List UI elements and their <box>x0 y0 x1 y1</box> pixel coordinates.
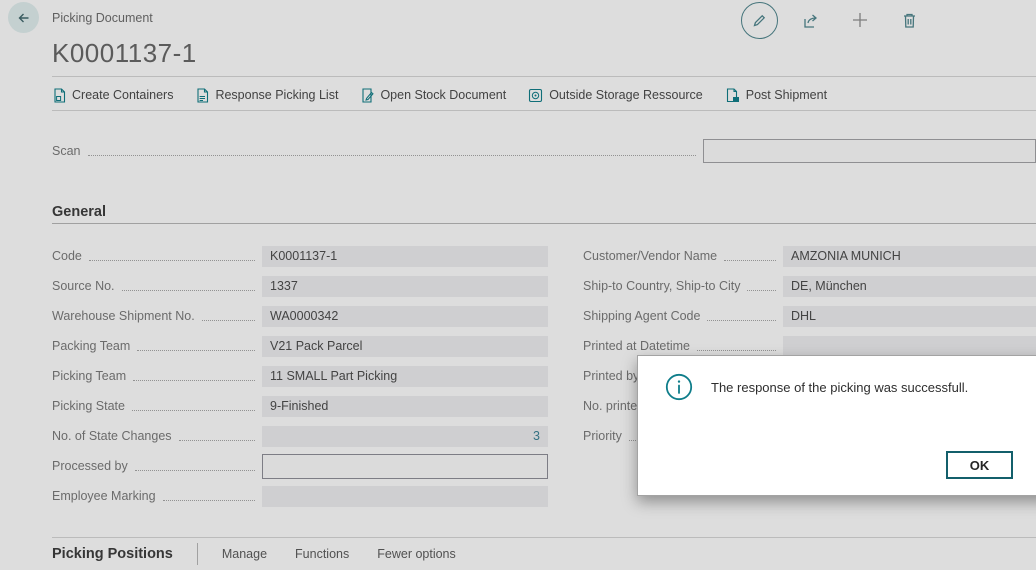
dialog-message: The response of the picking was successf… <box>711 380 968 395</box>
confirmation-dialog: The response of the picking was successf… <box>637 355 1036 496</box>
info-icon <box>665 373 693 406</box>
ok-button[interactable]: OK <box>946 451 1013 479</box>
picking-document-page: Picking Document K0001137-1 <box>0 0 1036 570</box>
